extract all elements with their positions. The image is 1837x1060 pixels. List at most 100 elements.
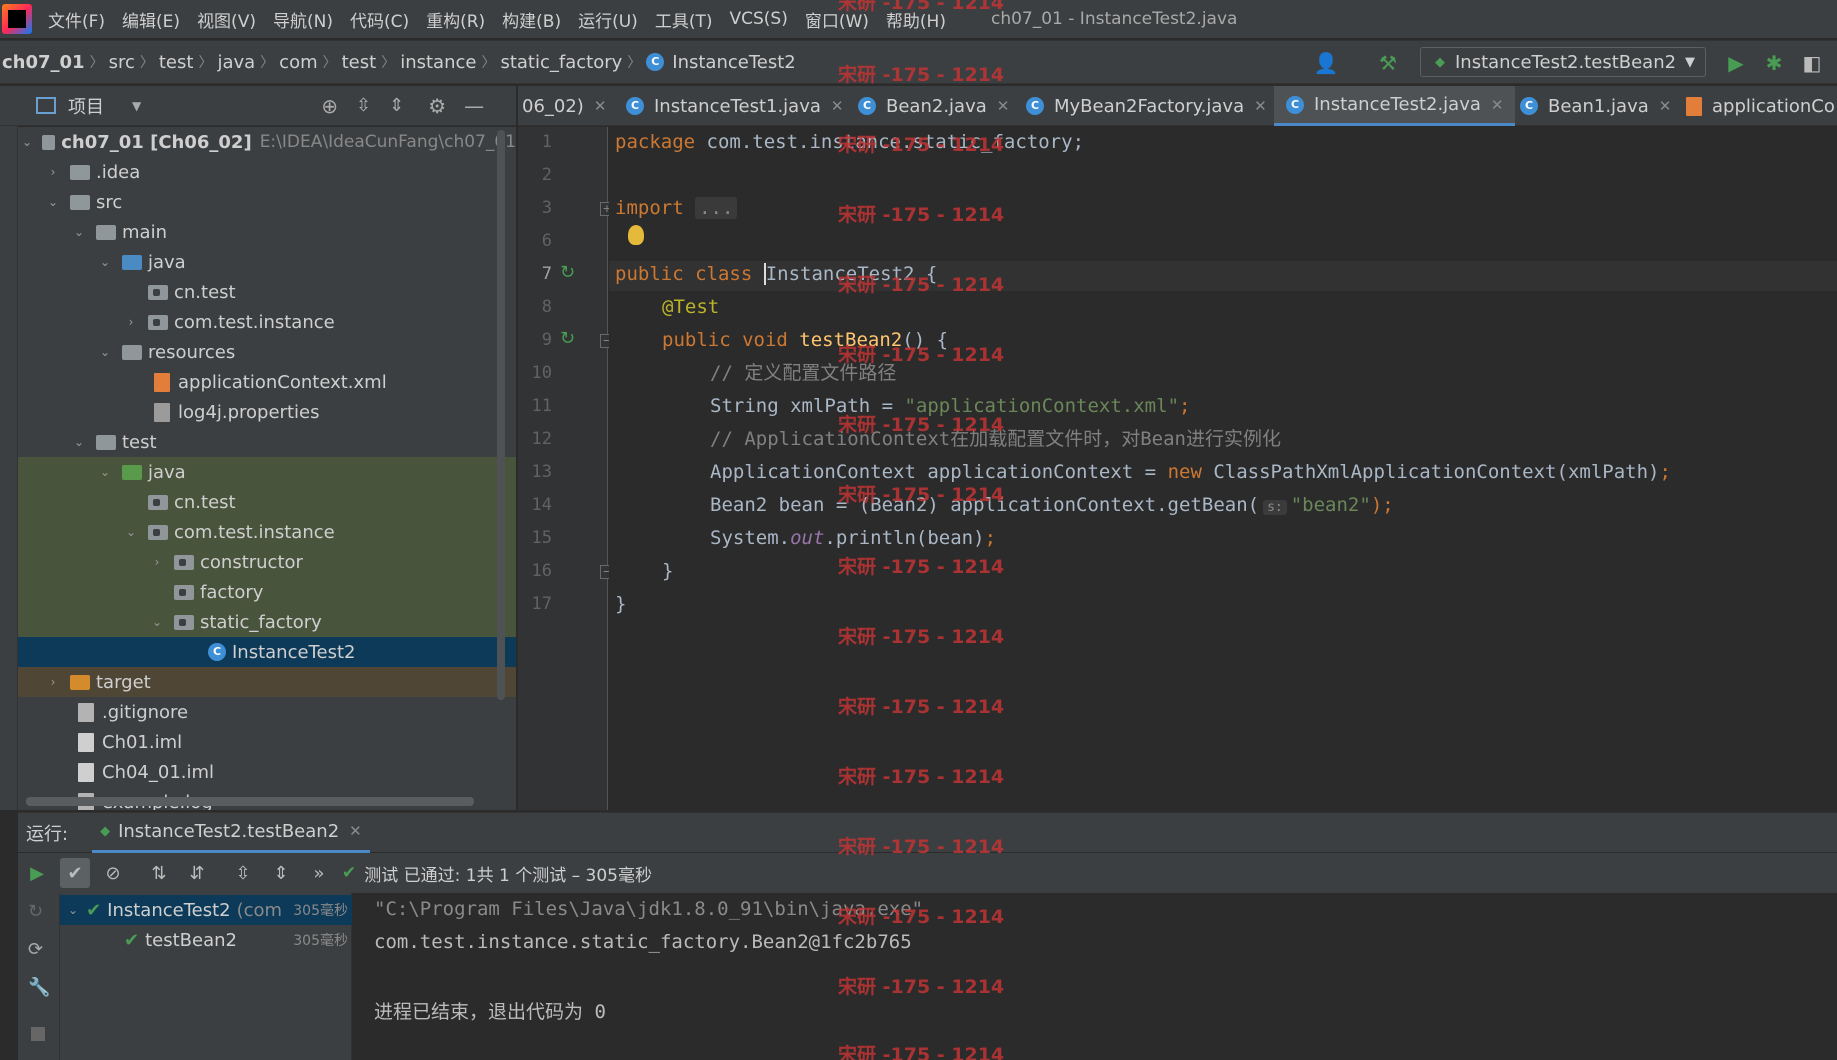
project-horizontal-scrollbar[interactable] xyxy=(26,797,474,806)
menu-edit[interactable]: 编辑(E) xyxy=(122,7,180,32)
debug-icon[interactable]: ✱ xyxy=(1761,50,1787,76)
tab-instance-test2[interactable]: C InstanceTest2.java ✕ xyxy=(1274,86,1516,126)
menu-file[interactable]: 文件(F) xyxy=(48,7,105,32)
tree-item-test-cn-test[interactable]: cn.test xyxy=(18,487,516,517)
close-icon[interactable]: ✕ xyxy=(594,97,607,115)
project-panel-title[interactable]: 项目 xyxy=(68,93,104,119)
collapse-all-icon[interactable]: ⇕ xyxy=(266,858,296,888)
tree-item-label: applicationContext.xml xyxy=(178,371,387,393)
code-token: .println(bean) xyxy=(824,527,985,549)
tree-item-main-java[interactable]: ⌄ java xyxy=(18,247,516,277)
tree-item-src[interactable]: ⌄ src xyxy=(18,187,516,217)
build-hammer-icon[interactable]: ⚒ xyxy=(1375,50,1401,76)
tab-run-config[interactable]: ◆ InstanceTest2.testBean2 ✕ xyxy=(92,813,370,853)
tree-item-instance-test2[interactable]: C InstanceTest2 xyxy=(18,637,516,667)
tree-item-label: constructor xyxy=(200,551,303,573)
tree-item-constructor[interactable]: › constructor xyxy=(18,547,516,577)
tree-item-gitignore[interactable]: .gitignore xyxy=(18,697,516,727)
show-ignored-icon[interactable]: ⊘ xyxy=(98,858,128,888)
tree-item-test-java[interactable]: ⌄ java xyxy=(18,457,516,487)
tab-partial[interactable]: 06_02) ✕ xyxy=(522,86,606,126)
run-configuration-select[interactable]: ◆ InstanceTest2.testBean2 ▼ xyxy=(1420,47,1706,77)
user-account-icon[interactable]: 👤 xyxy=(1313,50,1339,76)
menu-refactor[interactable]: 重构(R) xyxy=(426,7,485,32)
menu-code[interactable]: 代码(C) xyxy=(350,7,409,32)
breadcrumb-item[interactable]: java xyxy=(217,52,255,73)
breadcrumb-item[interactable]: src xyxy=(109,52,135,73)
toggle-auto-test-icon[interactable]: ⟳ xyxy=(28,939,43,960)
more-actions-icon[interactable]: » xyxy=(304,858,334,888)
breadcrumb-item[interactable]: static_factory xyxy=(500,52,622,73)
code-token: package xyxy=(615,131,696,153)
tree-item-application-context-xml[interactable]: applicationContext.xml xyxy=(18,367,516,397)
properties-file-icon xyxy=(154,402,170,422)
close-icon[interactable]: ✕ xyxy=(1659,97,1672,115)
test-suite-row[interactable]: ⌄ ✔ InstanceTest2 (com 305毫秒 xyxy=(60,895,352,925)
show-passed-icon[interactable]: ✔ xyxy=(60,858,90,888)
folded-imports[interactable]: ... xyxy=(695,197,738,219)
tree-item-project-root[interactable]: ⌄ ch07_01 [Ch06_02] E:\IDEA\IdeaCunFang\… xyxy=(18,127,516,157)
tab-application-context[interactable]: applicationCo xyxy=(1686,86,1835,126)
expand-all-icon[interactable]: ⇳ xyxy=(228,858,258,888)
project-vertical-scrollbar[interactable] xyxy=(497,130,505,700)
menu-vcs[interactable]: VCS(S) xyxy=(729,9,787,29)
breadcrumb-item[interactable]: instance xyxy=(400,52,476,73)
expand-all-icon[interactable]: ⇳ xyxy=(356,95,371,116)
close-icon[interactable]: ✕ xyxy=(1491,96,1504,114)
tree-item-static-factory[interactable]: ⌄ static_factory xyxy=(18,607,516,637)
chevron-down-icon[interactable]: ▼ xyxy=(132,99,141,113)
tree-item-factory[interactable]: factory xyxy=(18,577,516,607)
close-icon[interactable]: ✕ xyxy=(349,822,362,840)
coverage-icon[interactable]: ◧ xyxy=(1799,50,1825,76)
tab-my-bean2-factory[interactable]: C MyBean2Factory.java ✕ xyxy=(1026,86,1267,126)
tab-bean1[interactable]: C Bean1.java ✕ xyxy=(1520,86,1671,126)
intention-bulb-icon[interactable] xyxy=(628,225,644,245)
code-line: Bean2 bean = (Bean2) applicationContext.… xyxy=(710,490,1394,520)
test-case-row[interactable]: ✔ testBean2 305毫秒 xyxy=(60,925,352,955)
breadcrumb-item[interactable]: test xyxy=(159,52,194,73)
menu-tools[interactable]: 工具(T) xyxy=(655,7,713,32)
run-test-gutter-icon[interactable]: ↻ xyxy=(560,328,582,350)
tree-item-test[interactable]: ⌄ test xyxy=(18,427,516,457)
tree-item-test-com-test-instance[interactable]: ⌄ com.test.instance xyxy=(18,517,516,547)
tab-instance-test1[interactable]: C InstanceTest1.java ✕ xyxy=(626,86,843,126)
sort-alphabetically-icon[interactable]: ⇅ xyxy=(144,858,174,888)
sort-by-duration-icon[interactable]: ⇵ xyxy=(182,858,212,888)
close-icon[interactable]: ✕ xyxy=(831,97,844,115)
close-icon[interactable]: ✕ xyxy=(1254,97,1267,115)
rerun-icon[interactable]: ▶ xyxy=(22,858,52,888)
breadcrumb-item[interactable]: test xyxy=(342,52,377,73)
menu-navigate[interactable]: 导航(N) xyxy=(273,7,333,32)
breadcrumb-item[interactable]: ch07_01 xyxy=(2,52,85,73)
tree-item-main[interactable]: ⌄ main xyxy=(18,217,516,247)
wrench-icon[interactable]: 🔧 xyxy=(28,977,50,998)
tree-item-ch01-iml[interactable]: Ch01.iml xyxy=(18,727,516,757)
tree-item-cn-test[interactable]: cn.test xyxy=(18,277,516,307)
locate-file-icon[interactable]: ⊕ xyxy=(321,94,338,118)
chevron-down-icon: ⌄ xyxy=(151,615,163,629)
breadcrumb-item[interactable]: com xyxy=(279,52,317,73)
tree-item-idea[interactable]: › .idea xyxy=(18,157,516,187)
code-token: out xyxy=(790,527,825,549)
breadcrumb-item[interactable]: InstanceTest2 xyxy=(672,52,795,73)
hide-panel-icon[interactable]: — xyxy=(464,94,484,118)
menu-build[interactable]: 构建(B) xyxy=(502,7,561,32)
stop-icon[interactable] xyxy=(31,1027,45,1041)
tree-item-ch04-01-iml[interactable]: Ch04_01.iml xyxy=(18,757,516,787)
rerun-failed-icon[interactable]: ↻ xyxy=(28,901,43,922)
gear-icon[interactable]: ⚙ xyxy=(428,94,446,118)
tree-item-log4j-properties[interactable]: log4j.properties xyxy=(18,397,516,427)
collapse-all-icon[interactable]: ⇕ xyxy=(389,95,404,116)
menu-view[interactable]: 视图(V) xyxy=(197,7,256,32)
menu-run[interactable]: 运行(U) xyxy=(578,7,638,32)
tree-item-label: test xyxy=(122,431,157,453)
tree-item-resources[interactable]: ⌄ resources xyxy=(18,337,516,367)
line-number: 15 xyxy=(531,528,552,548)
run-test-gutter-icon[interactable]: ↻ xyxy=(560,262,582,284)
project-tree: ⌄ ch07_01 [Ch06_02] E:\IDEA\IdeaCunFang\… xyxy=(18,127,516,810)
tree-item-com-test-instance[interactable]: › com.test.instance xyxy=(18,307,516,337)
run-icon[interactable]: ▶ xyxy=(1723,50,1749,76)
tab-bean2[interactable]: C Bean2.java ✕ xyxy=(858,86,1009,126)
close-icon[interactable]: ✕ xyxy=(997,97,1010,115)
tree-item-target[interactable]: › target xyxy=(18,667,516,697)
